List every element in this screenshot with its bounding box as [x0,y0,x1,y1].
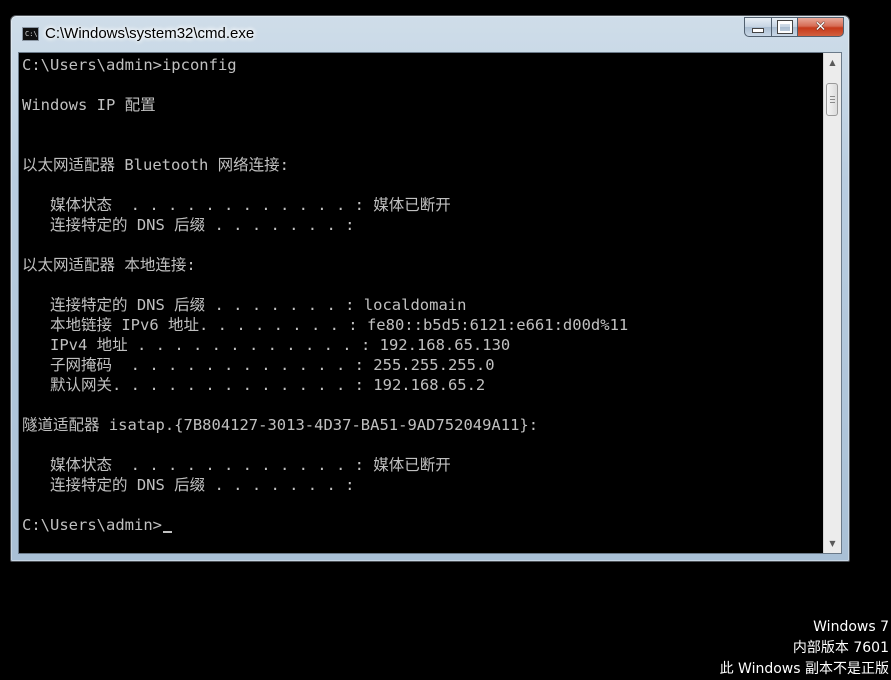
close-button[interactable]: ✕ [798,17,844,37]
console-client-area: C:\Users\admin>ipconfig Windows IP 配置以太网适… [18,52,842,554]
console-line: 连接特定的 DNS 后缀 . . . . . . . : [22,476,355,494]
thumb-grip-line [830,96,835,97]
thumb-grip-line [830,102,835,103]
watermark-build: 内部版本 7601 [792,640,889,656]
close-icon: ✕ [814,19,827,35]
console-line: 默认网关. . . . . . . . . . . . . : 192.168.… [22,376,486,394]
console-line: 连接特定的 DNS 后缀 . . . . . . . : localdomain [22,296,467,314]
console-line: 本地链接 IPv6 地址. . . . . . . . : fe80::b5d5… [22,316,629,334]
minimize-button[interactable] [744,17,771,37]
console-line: 子网掩码 . . . . . . . . . . . . : 255.255.2… [22,356,495,374]
scroll-down-arrow-icon: ▼ [829,539,836,548]
console-line: 连接特定的 DNS 后缀 . . . . . . . : [22,216,355,234]
console-line: 以太网适配器 Bluetooth 网络连接: [22,156,289,174]
console-line: IPv4 地址 . . . . . . . . . . . . : 192.16… [22,336,511,354]
scrollbar-thumb[interactable] [826,83,838,116]
watermark-notice: 此 Windows 副本不是正版 [719,661,889,677]
title-bar[interactable]: C:\ C:\Windows\system32\cmd.exe ✕ [11,16,849,52]
maximize-icon [776,20,793,34]
console-line: 媒体状态 . . . . . . . . . . . . : 媒体已断开 [22,196,451,214]
cmd-app-icon[interactable]: C:\ [22,27,39,41]
thumb-grip-line [830,99,835,100]
minimize-icon [752,27,764,33]
console-line: Windows IP 配置 [22,96,156,114]
console-line: 隧道适配器 isatap.{7B804127-3013-4D37-BA51-9A… [22,416,539,434]
scroll-up-arrow-icon: ▲ [829,58,836,67]
console-output[interactable]: C:\Users\admin>ipconfig Windows IP 配置以太网适… [19,53,824,553]
scroll-up-button[interactable]: ▲ [824,54,841,71]
vertical-scrollbar[interactable]: ▲ ▼ [823,53,841,553]
window-title: C:\Windows\system32\cmd.exe [45,25,255,42]
text-cursor [162,531,172,533]
console-line: C:\Users\admin> [22,515,824,535]
maximize-button[interactable] [771,17,798,37]
cmd-window[interactable]: C:\ C:\Windows\system32\cmd.exe ✕ C:\Use… [10,15,850,562]
windows-watermark: Windows 7 内部版本 7601 此 Windows 副本不是正版 [720,617,889,680]
scroll-down-button[interactable]: ▼ [824,535,841,552]
window-controls: ✕ [744,17,844,39]
console-line: 以太网适配器 本地连接: [22,256,196,274]
console-line: C:\Users\admin>ipconfig [22,56,237,74]
watermark-os-name: Windows 7 [813,619,889,635]
console-line: 媒体状态 . . . . . . . . . . . . : 媒体已断开 [22,456,451,474]
